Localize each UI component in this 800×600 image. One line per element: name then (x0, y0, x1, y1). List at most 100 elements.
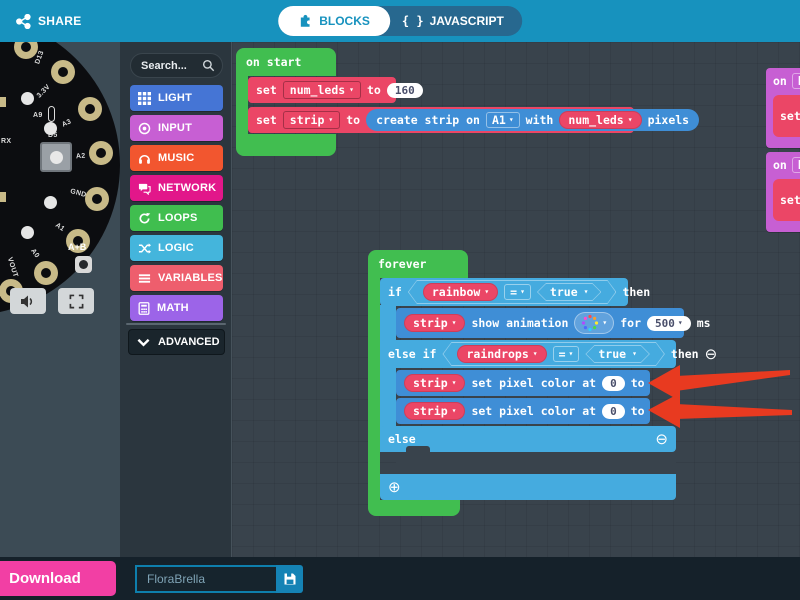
category-light[interactable]: LIGHT (130, 85, 223, 111)
dropdown-caret-icon: ▾ (584, 288, 589, 296)
set-pixel-white-block[interactable]: strip ▾ set pixel color at 0 to (396, 370, 650, 396)
animation-dropdown[interactable]: ▾ (574, 312, 614, 334)
expand-plus-icon[interactable]: ⊕ (388, 480, 401, 495)
category-math[interactable]: MATH (130, 295, 223, 321)
else-if-keyword: else if (388, 347, 436, 361)
category-loops[interactable]: LOOPS (130, 205, 223, 231)
shuffle-icon (138, 242, 151, 255)
boolean-value[interactable]: true (550, 285, 578, 299)
dropdown-caret-icon: ▾ (509, 116, 514, 124)
button-dropdown[interactable]: bu (792, 73, 800, 89)
on-button-block-partial[interactable]: on bu set (766, 152, 800, 232)
fullscreen-icon (69, 294, 84, 309)
variable-name: strip (413, 404, 448, 418)
forever-spine (368, 278, 380, 500)
dropdown-caret-icon: ▾ (452, 379, 457, 387)
tab-javascript[interactable]: { } JAVASCRIPT (390, 6, 522, 36)
save-floppy-icon (283, 572, 297, 586)
on-start-label: on start (246, 55, 301, 69)
forever-foot (368, 500, 460, 516)
variable-name: rainbow (432, 285, 480, 299)
sound-toggle-button[interactable] (10, 288, 46, 314)
share-button[interactable]: SHARE (16, 0, 82, 42)
dropdown-caret-icon: ▾ (632, 350, 637, 358)
set-keyword: set (256, 113, 277, 127)
ab-button-label: A+B (68, 242, 86, 252)
save-button[interactable] (276, 565, 303, 593)
tab-blocks-label: BLOCKS (319, 14, 370, 28)
circle-dot-icon (138, 122, 151, 135)
numleds-variable-pill[interactable]: num_leds ▾ (559, 111, 641, 129)
set-strip-block[interactable]: set strip ▾ to create strip on A1 ▾ with… (248, 107, 634, 133)
dropdown-caret-icon: ▾ (452, 319, 457, 327)
expand-row[interactable]: ⊕ (380, 474, 676, 500)
on-keyword: on (773, 74, 787, 88)
else-if-row[interactable]: else if raindrops ▾ = ▾ true ▾ then (380, 340, 676, 368)
editor-toggle: BLOCKS { } JAVASCRIPT (278, 6, 522, 36)
pixel-index-value[interactable]: 0 (602, 404, 625, 419)
collapse-minus-icon[interactable]: ⊖ (705, 347, 718, 362)
true-slot: true ▾ (537, 283, 602, 301)
bottom-bar: Download (0, 557, 800, 600)
download-button[interactable]: Download (0, 561, 116, 596)
value-160[interactable]: 160 (387, 83, 423, 98)
comparison-operator-dropdown[interactable]: = ▾ (553, 346, 580, 362)
category-network[interactable]: NETWORK (130, 175, 223, 201)
on-start-foot (236, 134, 336, 156)
pixel-index-value[interactable]: 0 (602, 376, 625, 391)
dropdown-caret-icon: ▾ (328, 116, 333, 124)
project-name-input[interactable] (135, 565, 276, 593)
rainbow-variable-pill[interactable]: rainbow ▾ (423, 283, 498, 301)
duration-dropdown[interactable]: 500 ▾ (647, 316, 691, 331)
to-keyword: to (631, 376, 645, 390)
category-input[interactable]: INPUT (130, 115, 223, 141)
speaker-icon (20, 294, 37, 309)
if-row[interactable]: if rainbow ▾ = ▾ true ▾ then (380, 278, 628, 306)
category-music[interactable]: MUSIC (130, 145, 223, 171)
set-numleds-block[interactable]: set num_leds ▾ to 160 (248, 77, 396, 103)
if-else-block[interactable]: if rainbow ▾ = ▾ true ▾ then (380, 278, 672, 500)
set-block-partial[interactable]: set (773, 95, 800, 137)
set-keyword: set (780, 109, 800, 123)
set-block-partial[interactable]: set (773, 179, 800, 221)
search-input[interactable] (141, 60, 202, 72)
category-label: LOGIC (158, 242, 194, 254)
if-keyword: if (388, 285, 402, 299)
variable-name: num_leds (290, 83, 345, 97)
set-pixel-label: set pixel color at (471, 404, 596, 418)
raindrops-variable-pill[interactable]: raindrops ▾ (457, 345, 546, 363)
category-label: LOOPS (158, 212, 198, 224)
set-pixel-black-block[interactable]: strip ▾ set pixel color at 0 to (396, 398, 650, 424)
button-dropdown[interactable]: bu (792, 157, 800, 173)
strip-variable-pill[interactable]: strip ▾ (404, 374, 465, 392)
numleds-variable-dropdown[interactable]: num_leds ▾ (283, 81, 361, 99)
comparison-operator-dropdown[interactable]: = ▾ (504, 284, 531, 300)
then-keyword: then (671, 347, 699, 361)
boolean-value[interactable]: true (598, 347, 626, 361)
category-label: LIGHT (158, 92, 192, 104)
strip-variable-dropdown[interactable]: strip ▾ (283, 111, 340, 129)
category-logic[interactable]: LOGIC (130, 235, 223, 261)
search-box[interactable] (130, 53, 223, 78)
show-animation-block[interactable]: strip ▾ show animation ▾ for (396, 308, 684, 338)
create-strip-label: create strip on (376, 113, 480, 127)
ab-button[interactable] (75, 256, 92, 273)
fullscreen-button[interactable] (58, 288, 94, 314)
category-advanced[interactable]: ADVANCED (128, 329, 225, 355)
show-animation-label: show animation (471, 316, 568, 330)
pixels-keyword: pixels (648, 113, 690, 127)
strip-variable-pill[interactable]: strip ▾ (404, 314, 465, 332)
pin-dropdown[interactable]: A1 ▾ (486, 112, 520, 128)
strip-variable-pill[interactable]: strip ▾ (404, 402, 465, 420)
category-variables[interactable]: VARIABLES (130, 265, 223, 291)
tab-blocks[interactable]: BLOCKS (278, 6, 390, 36)
rainbow-animation-icon (581, 314, 599, 332)
toolbox-divider (126, 323, 226, 325)
lines-icon (138, 272, 151, 285)
grid-icon (138, 92, 151, 105)
collapse-minus-icon[interactable]: ⊖ (655, 432, 668, 447)
pin-label: RX (1, 138, 11, 145)
create-strip-block[interactable]: create strip on A1 ▾ with num_leds ▾ pix… (366, 109, 699, 131)
on-button-block-partial[interactable]: on bu set (766, 68, 800, 148)
blocks-workspace[interactable]: on start set num_leds ▾ to 160 set strip… (232, 42, 800, 557)
